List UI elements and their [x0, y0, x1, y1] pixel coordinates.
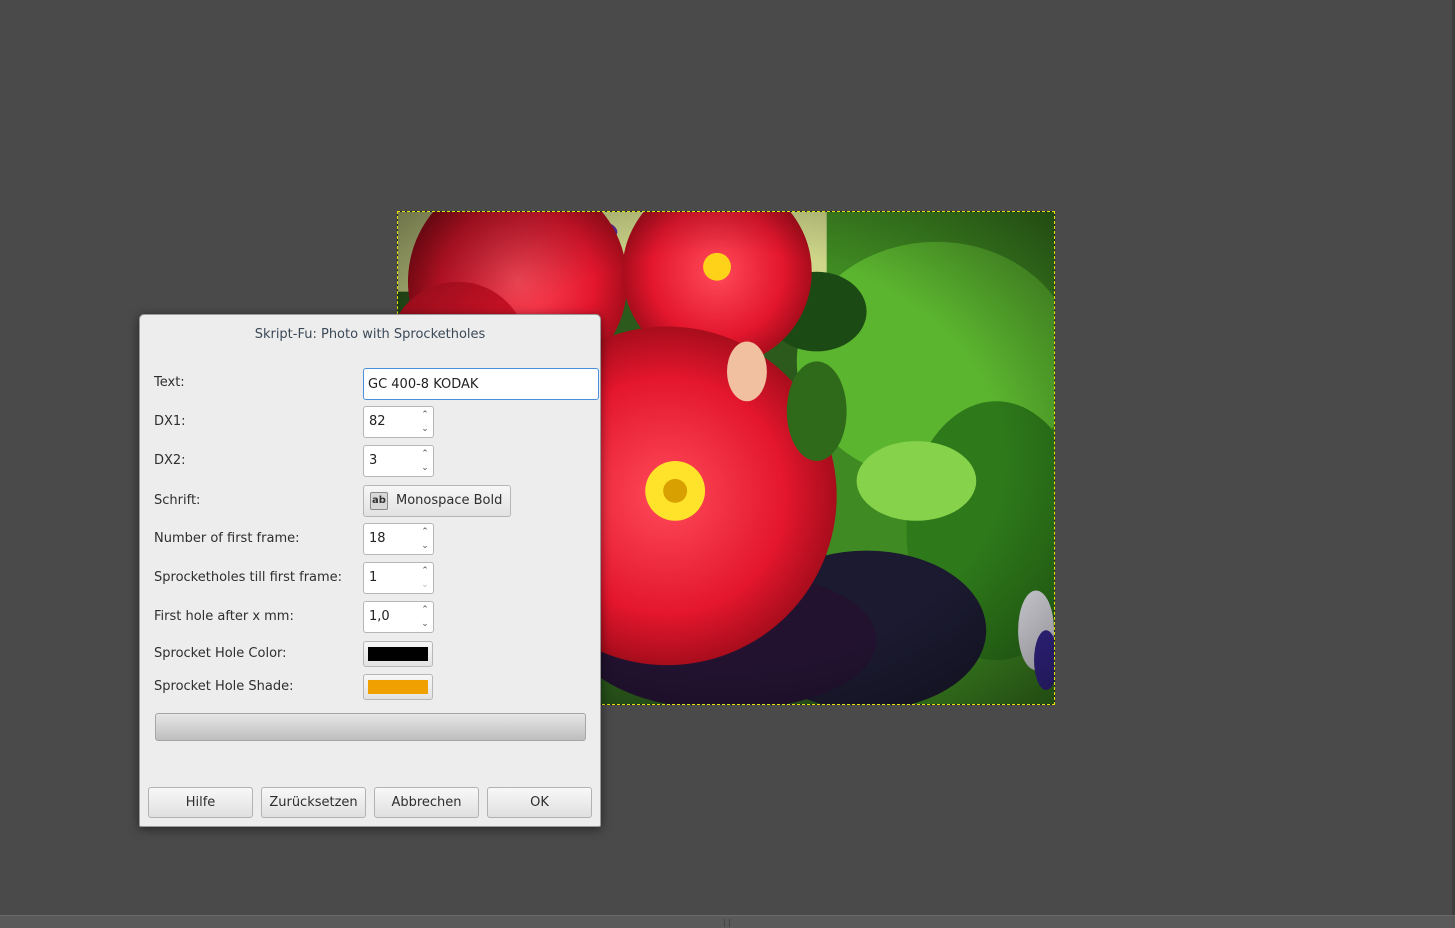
font-select-button[interactable]: ab Monospace Bold [363, 485, 511, 517]
sprocketholes-dialog: Skript-Fu: Photo with Sprocketholes Text… [139, 314, 601, 827]
sprocketholes-spinbox[interactable]: 1 ⌃ ⌄ [363, 562, 434, 594]
first-frame-value[interactable]: 18 [369, 524, 386, 554]
hole-color-swatch [368, 647, 428, 661]
chevron-up-icon[interactable]: ⌃ [420, 565, 430, 577]
hole-shade-swatch [368, 680, 428, 694]
font-name: Monospace Bold [396, 493, 503, 508]
sprocketholes-value[interactable]: 1 [369, 563, 377, 593]
first-hole-label: First hole after x mm: [154, 609, 294, 624]
row-hole-shade: Sprocket Hole Shade: [154, 671, 594, 703]
row-dx2: DX2: 3 ⌃ ⌄ [154, 445, 594, 477]
cancel-button[interactable]: Abbrechen [374, 787, 479, 818]
row-sprocketholes: Sprocketholes till first frame: 1 ⌃ ⌄ [154, 562, 594, 594]
dx2-value[interactable]: 3 [369, 446, 377, 476]
dx2-spinbox[interactable]: 3 ⌃ ⌄ [363, 445, 434, 477]
chevron-down-icon[interactable]: ⌄ [420, 423, 430, 435]
row-first-hole: First hole after x mm: 1,0 ⌃ ⌄ [154, 601, 594, 633]
dialog-title: Skript-Fu: Photo with Sprocketholes [254, 327, 486, 342]
status-bar [0, 915, 1455, 928]
chevron-down-icon[interactable]: ⌄ [420, 618, 430, 630]
first-frame-spinbox[interactable]: 18 ⌃ ⌄ [363, 523, 434, 555]
dx2-label: DX2: [154, 453, 186, 468]
first-hole-spinbox[interactable]: 1,0 ⌃ ⌄ [363, 601, 434, 633]
first-frame-label: Number of first frame: [154, 531, 300, 546]
ok-button[interactable]: OK [487, 787, 592, 818]
hole-shade-button[interactable] [363, 674, 433, 700]
sprocketholes-label: Sprocketholes till first frame: [154, 570, 343, 585]
first-hole-value[interactable]: 1,0 [369, 602, 390, 632]
help-button[interactable]: Hilfe [148, 787, 253, 818]
chevron-down-icon[interactable]: ⌄ [420, 462, 430, 474]
dx1-value[interactable]: 82 [369, 407, 386, 437]
font-label: Schrift: [154, 493, 201, 508]
font-icon: ab [370, 492, 388, 510]
chevron-up-icon[interactable]: ⌃ [420, 409, 430, 421]
dx1-label: DX1: [154, 414, 186, 429]
text-input[interactable] [363, 368, 599, 400]
chevron-down-icon[interactable]: ⌄ [420, 540, 430, 552]
pane-grip-handle[interactable] [724, 919, 730, 927]
row-font: Schrift: ab Monospace Bold [154, 485, 594, 517]
row-hole-color: Sprocket Hole Color: [154, 638, 594, 670]
chevron-up-icon[interactable]: ⌃ [420, 604, 430, 616]
chevron-up-icon[interactable]: ⌃ [420, 526, 430, 538]
reset-button[interactable]: Zurücksetzen [261, 787, 366, 818]
progress-bar [155, 713, 586, 741]
row-dx1: DX1: 82 ⌃ ⌄ [154, 406, 594, 438]
hole-color-label: Sprocket Hole Color: [154, 646, 287, 661]
text-label: Text: [154, 375, 185, 390]
chevron-down-icon: ⌄ [421, 580, 429, 590]
chevron-up-icon[interactable]: ⌃ [420, 448, 430, 460]
dx1-spinbox[interactable]: 82 ⌃ ⌄ [363, 406, 434, 438]
row-first-frame: Number of first frame: 18 ⌃ ⌄ [154, 523, 594, 555]
hole-shade-label: Sprocket Hole Shade: [154, 679, 294, 694]
row-text: Text: [154, 367, 599, 400]
hole-color-button[interactable] [363, 641, 433, 667]
